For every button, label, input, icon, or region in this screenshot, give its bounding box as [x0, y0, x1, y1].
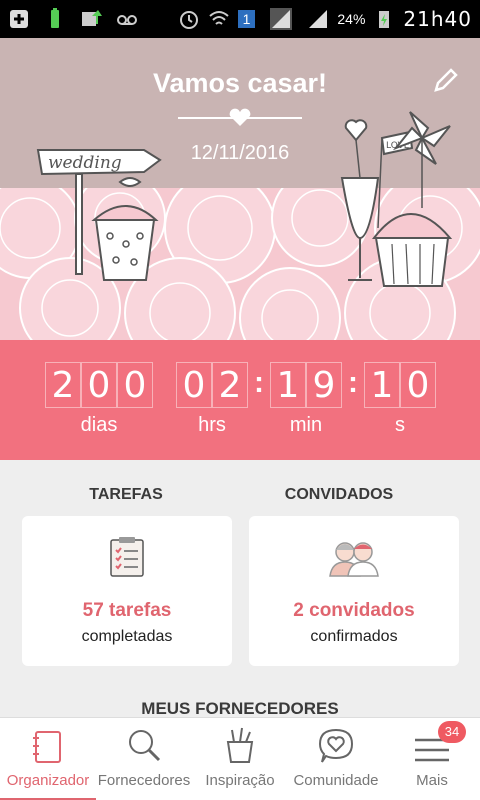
vendors-heading: MEUS FORNECEDORES: [141, 699, 339, 718]
bottom-navigation: Organizador Fornecedores Inspiração Comu…: [0, 717, 480, 800]
nav-label: Mais: [416, 772, 448, 789]
tasks-count: 57 tarefas: [82, 600, 172, 621]
minutes-label: min: [289, 414, 323, 436]
hours-label: hrs: [198, 414, 226, 436]
notebook-icon: [33, 731, 61, 763]
sign-text: wedding: [48, 153, 122, 173]
couple-icon: [329, 542, 379, 577]
search-icon: [129, 730, 161, 762]
nav-label: Inspiração: [205, 772, 275, 789]
days-digit: 2: [45, 362, 81, 408]
seconds-label: s: [395, 414, 405, 436]
add-notification-icon: [10, 10, 28, 28]
days-label: dias: [80, 414, 118, 436]
guests-card[interactable]: 2 convidados confirmados: [249, 516, 459, 666]
days-digit: 0: [81, 362, 117, 408]
tasks-card[interactable]: 57 tarefas completadas: [22, 516, 232, 666]
alarm-icon: [179, 11, 198, 29]
clipboard-checklist-icon: [110, 537, 144, 577]
guests-status: confirmados: [310, 628, 398, 645]
nav-organizador[interactable]: Organizador: [0, 718, 96, 800]
nav-label: Fornecedores: [97, 772, 191, 789]
nav-mais[interactable]: 34 Mais: [384, 718, 480, 800]
page-title: Vamos casar!: [152, 68, 328, 98]
sim-badge: 1: [237, 10, 256, 28]
voicemail-icon: [117, 15, 137, 25]
clock: 21h40: [403, 7, 472, 31]
time-separator: :: [348, 366, 358, 399]
nav-fornecedores[interactable]: Fornecedores: [96, 718, 192, 800]
nav-label: Organizador: [6, 772, 90, 789]
minutes-digit: 9: [306, 362, 342, 408]
wedding-countdown: 2 0 0 0 2 : 1 9 : 1 0 dias hrs min s: [0, 340, 480, 460]
edit-pencil-icon[interactable]: [430, 66, 460, 96]
battery-charging-icon: [51, 8, 59, 28]
wedding-sign-cupcake-illustration: wedding: [36, 149, 162, 281]
hours-digit: 2: [212, 362, 248, 408]
seconds-digit: 0: [400, 362, 436, 408]
minutes-digits: 1 9: [270, 362, 342, 408]
wedding-header: Vamos casar! 12/11/2016 wedding LOVE: [0, 38, 480, 340]
days-digits: 2 0 0: [45, 362, 153, 408]
hours-digits: 0 2: [176, 362, 248, 408]
tasks-heading: TAREFAS: [89, 486, 163, 503]
battery-icon: [379, 11, 390, 28]
status-bar: 1 24% 21h40: [0, 0, 480, 38]
time-separator: :: [254, 366, 264, 399]
nav-label: Comunidade: [293, 772, 379, 789]
guests-count: 2 convidados: [293, 600, 415, 621]
seconds-digits: 1 0: [364, 362, 436, 408]
notification-badge: 34: [438, 721, 466, 743]
minutes-digit: 1: [270, 362, 306, 408]
battery-percent: 24%: [337, 11, 366, 27]
seconds-digit: 1: [364, 362, 400, 408]
hours-digit: 0: [176, 362, 212, 408]
nav-inspiracao[interactable]: Inspiração: [192, 718, 288, 800]
days-digit: 0: [117, 362, 153, 408]
brush-cup-icon: [226, 727, 254, 763]
heart-divider-icon: [178, 108, 302, 126]
nav-comunidade[interactable]: Comunidade: [288, 718, 384, 800]
champagne-cupcake-illustration: LOVE: [340, 111, 453, 287]
wifi-icon: [208, 11, 229, 25]
signal-strength-icon: [309, 10, 328, 28]
tasks-status: completadas: [81, 628, 173, 645]
heart-chat-icon: [318, 728, 354, 763]
upload-icon: [82, 10, 102, 26]
guests-heading: CONVIDADOS: [284, 486, 394, 503]
signal-icon: [270, 8, 293, 30]
